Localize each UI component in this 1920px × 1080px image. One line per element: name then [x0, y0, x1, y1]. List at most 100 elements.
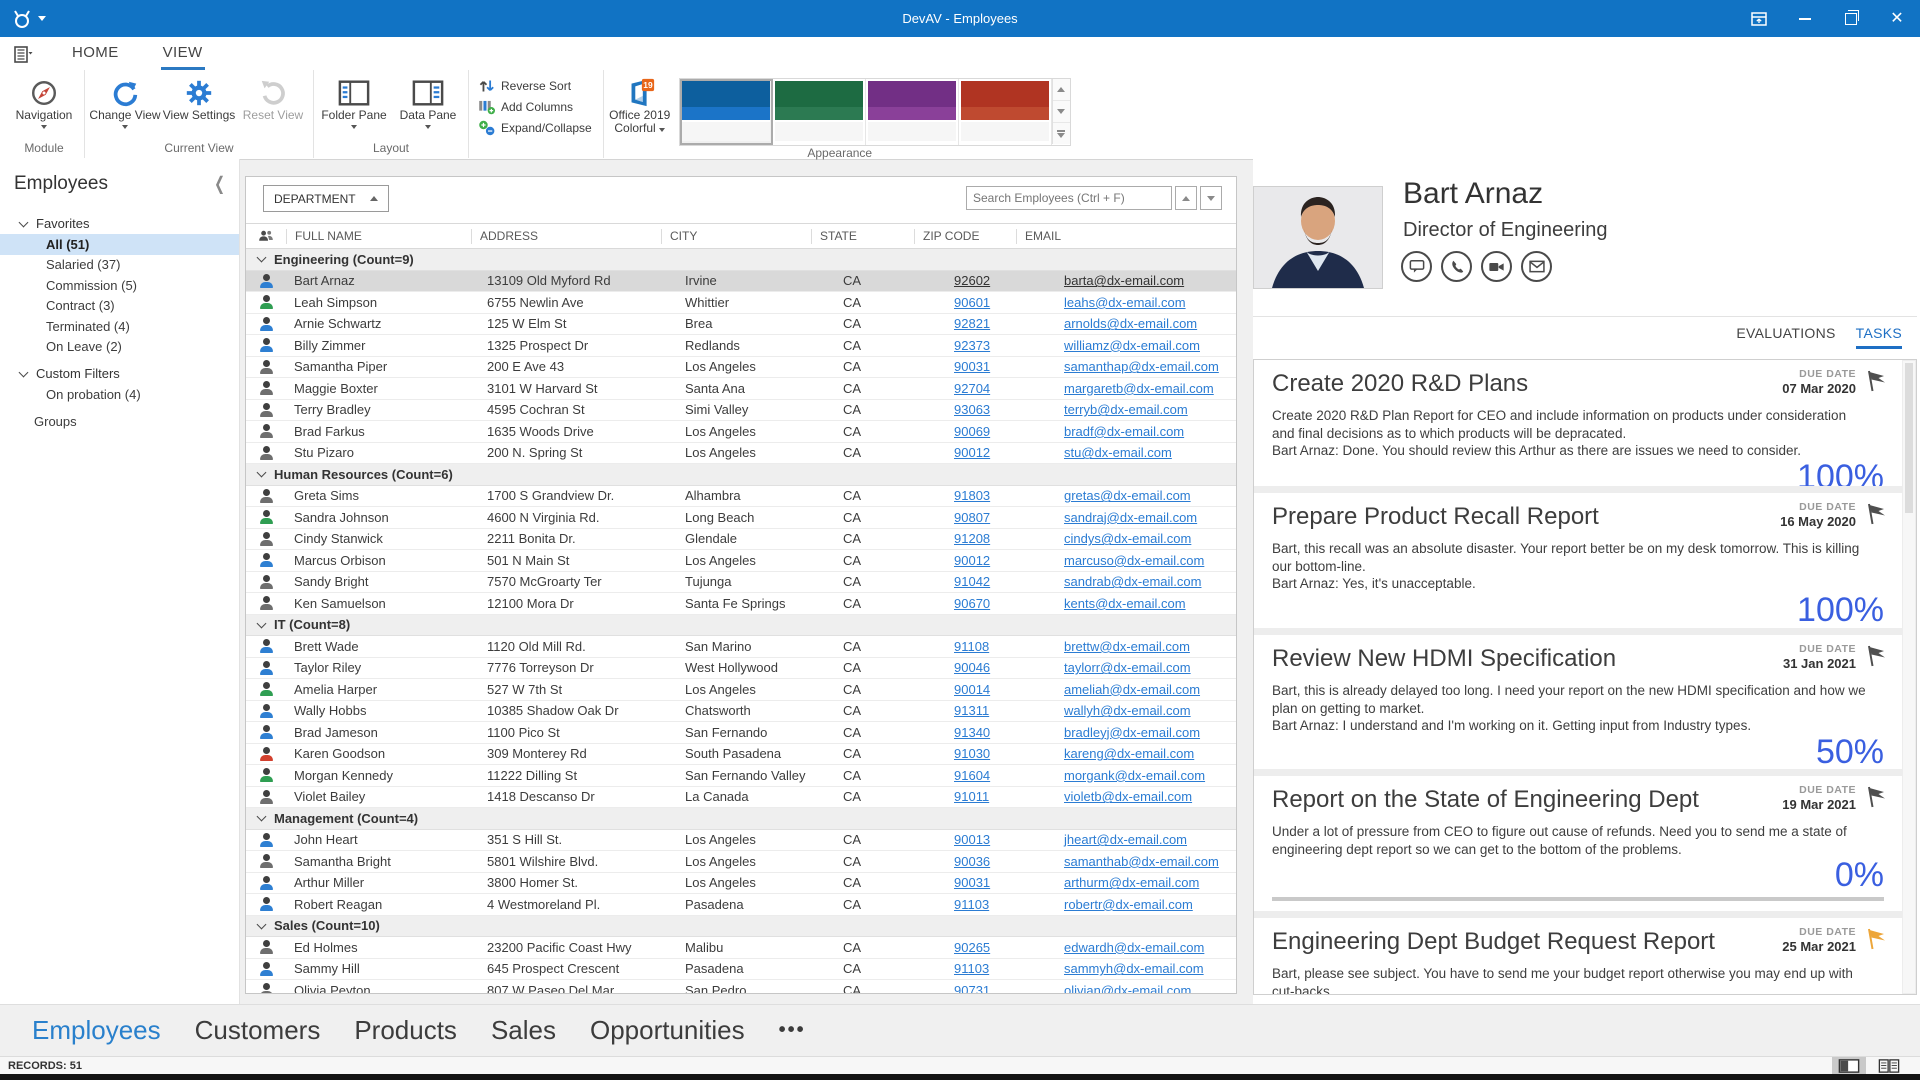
zip-link[interactable]: 92373	[954, 338, 990, 353]
reading-pane-view-button[interactable]	[1832, 1057, 1866, 1074]
table-row[interactable]: Terry Bradley 4595 Cochran St Simi Valle…	[246, 400, 1236, 421]
sidebar-filter-item[interactable]: On Leave (2)	[0, 337, 239, 358]
zip-link[interactable]: 92704	[954, 381, 990, 396]
email-link[interactable]: marcuso@dx-email.com	[1064, 553, 1204, 568]
table-row[interactable]: Brad Farkus 1635 Woods Drive Los Angeles…	[246, 421, 1236, 443]
module-nav-item[interactable]: Employees	[32, 1015, 161, 1046]
task-card[interactable]: Engineering Dept Budget Request Report D…	[1254, 918, 1902, 994]
email-link[interactable]: bradf@dx-email.com	[1064, 424, 1184, 439]
column-header-address[interactable]: ADDRESS	[471, 228, 661, 244]
data-pane-button[interactable]: Data Pane	[391, 74, 465, 141]
tab-home[interactable]: HOME	[70, 39, 121, 70]
flag-icon[interactable]	[1862, 784, 1888, 810]
email-link[interactable]: sandrab@dx-email.com	[1064, 574, 1201, 589]
email-link[interactable]: kents@dx-email.com	[1064, 596, 1186, 611]
table-row[interactable]: Arthur Miller 3800 Homer St. Los Angeles…	[246, 873, 1236, 894]
tab-view[interactable]: VIEW	[160, 39, 205, 70]
zip-link[interactable]: 91011	[954, 789, 989, 804]
zip-link[interactable]: 91103	[954, 897, 989, 912]
flag-icon[interactable]	[1862, 643, 1888, 669]
navigation-button[interactable]: Navigation	[7, 74, 81, 141]
collapse-sidebar-button[interactable]: ❮	[214, 173, 225, 195]
module-nav-item[interactable]: Sales	[491, 1015, 556, 1046]
group-row[interactable]: Management (Count=4)	[246, 808, 1236, 830]
sidebar-filter-item[interactable]: All (51)	[0, 234, 239, 255]
column-header-state[interactable]: STATE	[811, 228, 914, 244]
email-link[interactable]: samanthap@dx-email.com	[1064, 359, 1219, 374]
theme-swatch[interactable]	[865, 79, 959, 145]
search-input[interactable]	[966, 186, 1172, 210]
tab-evaluations[interactable]: EVALUATIONS	[1736, 325, 1835, 349]
module-nav-item[interactable]: Customers	[195, 1015, 321, 1046]
gallery-expand-button[interactable]	[1052, 123, 1070, 144]
zip-link[interactable]: 92602	[954, 273, 990, 288]
module-nav-overflow-button[interactable]: •••	[779, 1019, 806, 1042]
group-row[interactable]: Human Resources (Count=6)	[246, 464, 1236, 486]
email-link[interactable]: arnolds@dx-email.com	[1064, 316, 1197, 331]
flag-icon[interactable]	[1862, 926, 1888, 952]
zip-link[interactable]: 90031	[954, 875, 990, 890]
table-row[interactable]: Sandy Bright 7570 McGroarty Ter Tujunga …	[246, 572, 1236, 593]
zip-link[interactable]: 90036	[954, 854, 990, 869]
reverse-sort-button[interactable]: Reverse Sort	[478, 78, 592, 94]
tab-tasks[interactable]: TASKS	[1855, 325, 1902, 349]
zip-link[interactable]: 90069	[954, 424, 990, 439]
zip-link[interactable]: 90601	[954, 295, 990, 310]
zip-link[interactable]: 90670	[954, 596, 990, 611]
zip-link[interactable]: 91340	[954, 725, 990, 740]
table-row[interactable]: Brad Jameson 1100 Pico St San Fernando C…	[246, 722, 1236, 744]
column-header-full-name[interactable]: FULL NAME	[286, 228, 471, 244]
zip-link[interactable]: 90807	[954, 510, 990, 525]
email-button[interactable]	[1521, 251, 1552, 282]
table-row[interactable]: Marcus Orbison 501 N Main St Los Angeles…	[246, 550, 1236, 572]
view-settings-button[interactable]: View Settings	[162, 74, 236, 141]
gallery-scroll-up-button[interactable]	[1052, 79, 1070, 101]
sidebar-filter-item[interactable]: On probation (4)	[0, 384, 239, 405]
email-link[interactable]: jheart@dx-email.com	[1064, 832, 1187, 847]
person-column-header[interactable]	[246, 229, 286, 244]
zip-link[interactable]: 91108	[954, 639, 989, 654]
chat-button[interactable]	[1401, 251, 1432, 282]
sidebar-section-header[interactable]: Favorites	[0, 213, 239, 234]
email-link[interactable]: bradleyj@dx-email.com	[1064, 725, 1200, 740]
flag-icon[interactable]	[1862, 368, 1888, 394]
zip-link[interactable]: 91103	[954, 961, 989, 976]
column-header-city[interactable]: CITY	[661, 228, 811, 244]
table-row[interactable]: Ed Holmes 23200 Pacific Coast Hwy Malibu…	[246, 937, 1236, 959]
flag-icon[interactable]	[1862, 501, 1888, 527]
table-row[interactable]: Karen Goodson 309 Monterey Rd South Pasa…	[246, 744, 1236, 765]
theme-swatch[interactable]	[958, 79, 1052, 145]
zip-link[interactable]: 92821	[954, 316, 990, 331]
table-row[interactable]: Bart Arnaz 13109 Old Myford Rd Irvine CA…	[246, 270, 1236, 292]
email-link[interactable]: taylorr@dx-email.com	[1064, 660, 1191, 675]
zip-link[interactable]: 90265	[954, 940, 990, 955]
zip-link[interactable]: 91208	[954, 531, 990, 546]
email-link[interactable]: barta@dx-email.com	[1064, 273, 1184, 288]
table-row[interactable]: Robert Reagan 4 Westmoreland Pl. Pasaden…	[246, 894, 1236, 916]
sidebar-filter-item[interactable]: Commission (5)	[0, 275, 239, 296]
table-row[interactable]: Stu Pizaro 200 N. Spring St Los Angeles …	[246, 443, 1236, 464]
table-row[interactable]: Ken Samuelson 12100 Mora Dr Santa Fe Spr…	[246, 593, 1236, 615]
table-row[interactable]: Greta Sims 1700 S Grandview Dr. Alhambra…	[246, 486, 1236, 507]
email-link[interactable]: brettw@dx-email.com	[1064, 639, 1190, 654]
task-card[interactable]: Review New HDMI Specification DUE DATE 3…	[1254, 635, 1902, 769]
table-row[interactable]: Sammy Hill 645 Prospect Crescent Pasaden…	[246, 959, 1236, 980]
sidebar-filter-item[interactable]: Salaried (37)	[0, 255, 239, 276]
scrollbar-thumb[interactable]	[1905, 363, 1913, 513]
column-header-zip-code[interactable]: ZIP CODE	[914, 228, 1016, 244]
table-row[interactable]: Billy Zimmer 1325 Prospect Dr Redlands C…	[246, 335, 1236, 357]
table-row[interactable]: Amelia Harper 527 W 7th St Los Angeles C…	[246, 679, 1236, 701]
zip-link[interactable]: 90731	[954, 983, 990, 993]
task-card[interactable]: Report on the State of Engineering Dept …	[1254, 776, 1902, 911]
email-link[interactable]: terryb@dx-email.com	[1064, 402, 1188, 417]
table-row[interactable]: Cindy Stanwick 2211 Bonita Dr. Glendale …	[246, 529, 1236, 550]
card-view-button[interactable]	[1872, 1057, 1906, 1074]
email-link[interactable]: margaretb@dx-email.com	[1064, 381, 1214, 396]
zip-link[interactable]: 90014	[954, 682, 990, 697]
email-link[interactable]: arthurm@dx-email.com	[1064, 875, 1199, 890]
table-row[interactable]: Samantha Bright 5801 Wilshire Blvd. Los …	[246, 851, 1236, 873]
email-link[interactable]: edwardh@dx-email.com	[1064, 940, 1204, 955]
expand-collapse-button[interactable]: Expand/Collapse	[478, 120, 592, 136]
email-link[interactable]: robertr@dx-email.com	[1064, 897, 1193, 912]
group-row[interactable]: Engineering (Count=9)	[246, 249, 1236, 271]
